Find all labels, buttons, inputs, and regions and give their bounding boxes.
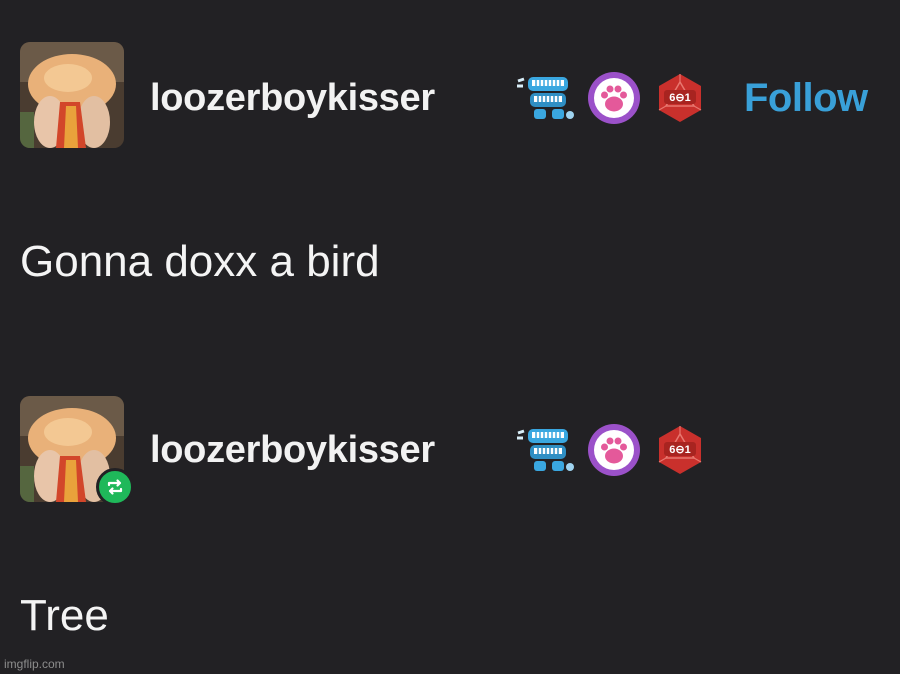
- svg-text:6⊖1: 6⊖1: [669, 92, 690, 104]
- follow-button[interactable]: Follow: [744, 76, 868, 120]
- d20-dice-icon[interactable]: 6⊖1: [652, 70, 708, 126]
- username[interactable]: loozerboykisser: [150, 76, 435, 120]
- badge-list: 6⊖1: [514, 422, 718, 478]
- d20-dice-icon[interactable]: 6⊖1: [652, 422, 708, 478]
- post-reblog: loozerboykisser 6⊖1 Tree: [0, 370, 900, 670]
- svg-text:6⊖1: 6⊖1: [669, 444, 690, 456]
- username[interactable]: loozerboykisser: [150, 428, 435, 472]
- avatar[interactable]: [20, 42, 124, 148]
- reblog-icon: [96, 468, 134, 506]
- chattering-teeth-icon[interactable]: [514, 71, 576, 125]
- paw-print-icon[interactable]: [586, 422, 642, 478]
- post-header: loozerboykisser: [20, 42, 900, 150]
- watermark: imgflip.com: [4, 657, 65, 671]
- avatar-image: [20, 42, 124, 148]
- paw-print-icon[interactable]: [586, 70, 642, 126]
- badge-list: 6⊖1: [514, 70, 718, 126]
- chattering-teeth-icon[interactable]: [514, 423, 576, 477]
- post-body-text: Tree: [20, 591, 109, 640]
- post-header: loozerboykisser: [20, 396, 900, 506]
- post-body-text: Gonna doxx a bird: [20, 237, 380, 286]
- post-original: loozerboykisser 6⊖1 Follow Gonna doxx a …: [0, 0, 900, 340]
